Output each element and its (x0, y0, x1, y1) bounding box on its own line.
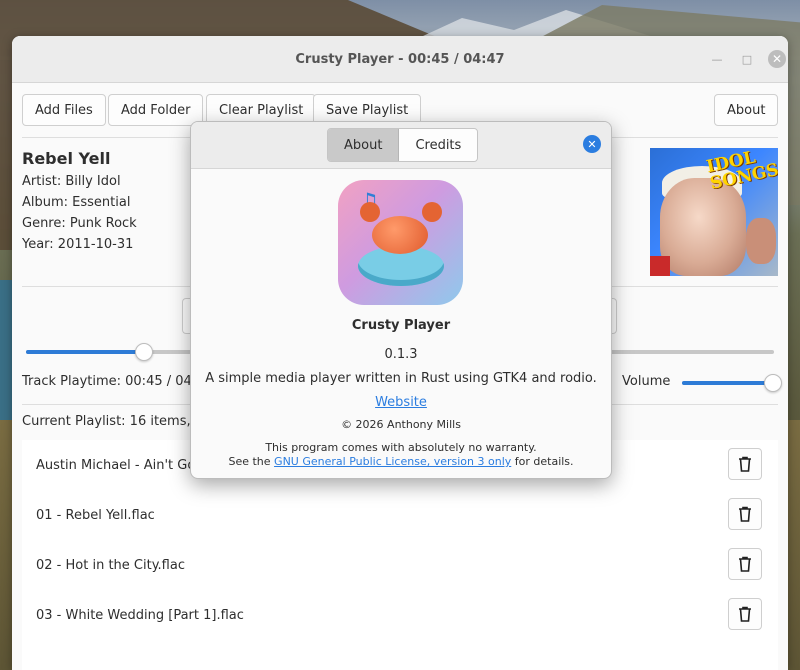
crab-icon (372, 216, 428, 254)
warranty-line: This program comes with absolutely no wa… (265, 441, 537, 454)
progress-knob[interactable] (135, 343, 154, 361)
track-playtime: Track Playtime: 00:45 / 04:47 (22, 374, 213, 389)
album-cover-text: IDOL SONGS (704, 148, 778, 194)
volume-fill (682, 381, 772, 385)
delete-item-button[interactable] (728, 548, 762, 580)
about-dialog-header: About Credits ✕ (191, 122, 611, 169)
playlist-item-name: Austin Michael - Ain't Got (36, 457, 201, 473)
delete-item-button[interactable] (728, 598, 762, 630)
playlist-item-name: 03 - White Wedding [Part 1].flac (36, 607, 244, 623)
track-year: Year: 2011-10-31 (22, 237, 134, 252)
tab-about[interactable]: About (328, 129, 400, 161)
minimize-button[interactable]: — (708, 50, 726, 68)
license-line: See the GNU General Public License, vers… (191, 455, 611, 468)
title-bar: Crusty Player - 00:45 / 04:47 — □ ✕ (12, 36, 788, 83)
trash-icon (739, 556, 751, 572)
playlist-summary: Current Playlist: 16 items, To (22, 414, 209, 429)
trash-icon (739, 456, 751, 472)
app-version: 0.1.3 (384, 347, 418, 362)
app-icon: ♫ (338, 180, 463, 305)
dialog-close-button[interactable]: ✕ (583, 135, 601, 153)
website-link[interactable]: Website (375, 395, 427, 410)
delete-item-button[interactable] (728, 448, 762, 480)
playlist-row[interactable]: 03 - White Wedding [Part 1].flac (22, 590, 778, 640)
progress-fill (26, 350, 144, 354)
volume-label: Volume (622, 374, 671, 389)
license-suffix: for details. (514, 455, 574, 468)
playlist-item-name: 02 - Hot in the City.flac (36, 557, 185, 573)
trash-icon (739, 506, 751, 522)
trash-icon (739, 606, 751, 622)
window-title: Crusty Player - 00:45 / 04:47 (295, 51, 505, 67)
track-artist: Artist: Billy Idol (22, 174, 121, 189)
volume-slider[interactable] (682, 374, 782, 392)
playlist-row[interactable]: 02 - Hot in the City.flac (22, 540, 778, 590)
maximize-button[interactable]: □ (738, 50, 756, 68)
about-tab-switcher: About Credits (327, 128, 479, 162)
playlist-item-name: 01 - Rebel Yell.flac (36, 507, 155, 523)
volume-knob[interactable] (764, 374, 782, 392)
window-close-button[interactable]: ✕ (768, 50, 786, 68)
add-files-button[interactable]: Add Files (22, 94, 106, 126)
about-button[interactable]: About (714, 94, 779, 126)
tab-credits[interactable]: Credits (399, 129, 478, 161)
playlist-row[interactable]: 01 - Rebel Yell.flac (22, 490, 778, 540)
app-description: A simple media player written in Rust us… (205, 371, 597, 386)
copyright: © 2026 Anthony Mills (341, 418, 461, 431)
license-prefix: See the (228, 455, 271, 468)
about-dialog: About Credits ✕ ♫ Crusty Player 0.1.3 A … (190, 121, 612, 479)
license-link[interactable]: GNU General Public License, version 3 on… (274, 455, 511, 468)
app-name: Crusty Player (351, 318, 451, 333)
track-title: Rebel Yell (22, 149, 111, 168)
album-cover: IDOL SONGS (650, 148, 778, 276)
track-info: Rebel Yell Artist: Billy Idol Album: Ess… (22, 148, 137, 255)
track-genre: Genre: Punk Rock (22, 216, 137, 231)
track-album: Album: Essential (22, 195, 131, 210)
add-folder-button[interactable]: Add Folder (108, 94, 204, 126)
delete-item-button[interactable] (728, 498, 762, 530)
